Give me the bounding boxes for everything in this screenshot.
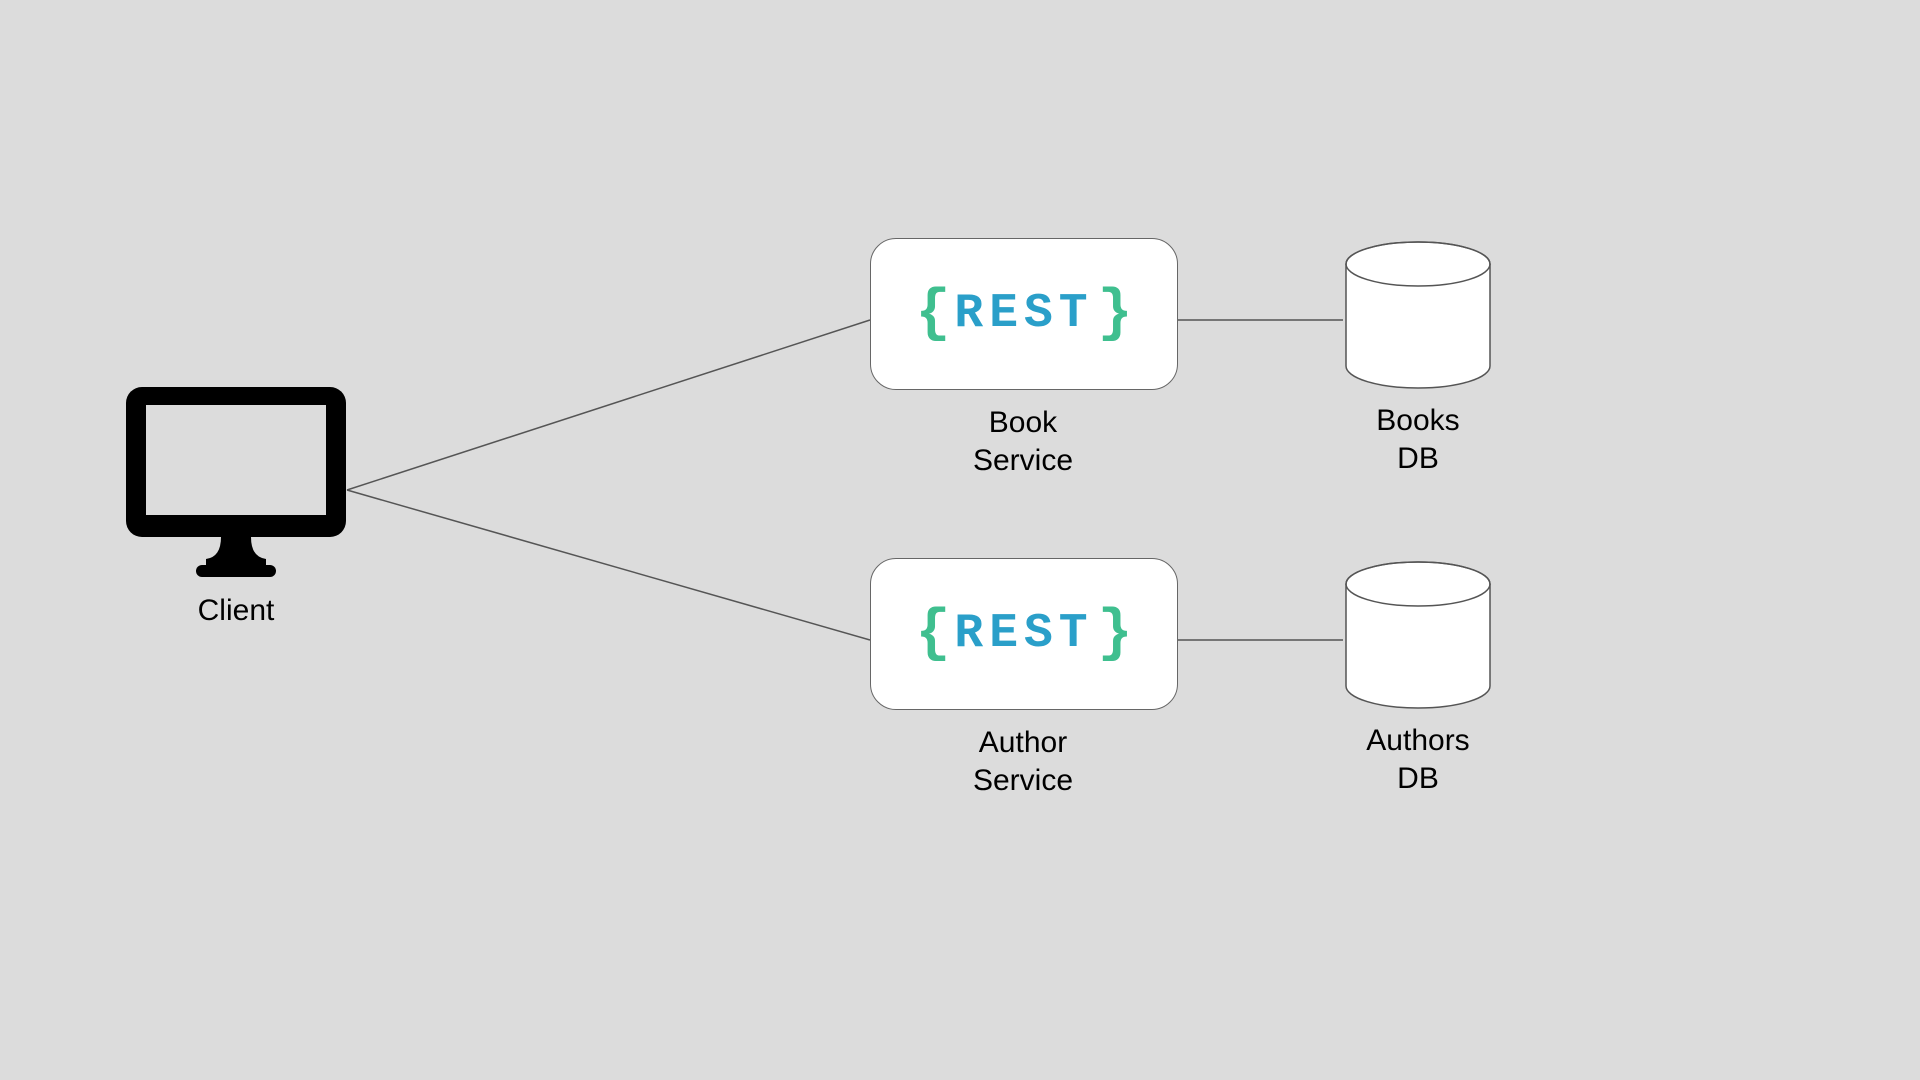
book-service-node: { REST } bbox=[870, 238, 1178, 390]
authors-db-label: Authors DB bbox=[1318, 722, 1518, 797]
author-service-node: { REST } bbox=[870, 558, 1178, 710]
brace-open-icon: { bbox=[912, 282, 955, 347]
authors-db-icon bbox=[1343, 560, 1493, 710]
book-service-label: Book Service bbox=[870, 404, 1176, 479]
brace-close-icon: } bbox=[1094, 602, 1137, 667]
author-service-label: Author Service bbox=[870, 724, 1176, 799]
brace-open-icon: { bbox=[912, 602, 955, 667]
books-db-icon bbox=[1343, 240, 1493, 390]
client-monitor-icon bbox=[126, 387, 346, 577]
brace-close-icon: } bbox=[1094, 282, 1137, 347]
rest-badge: REST bbox=[954, 287, 1093, 341]
books-db-label: Books DB bbox=[1318, 402, 1518, 477]
diagram-canvas: { "client": { "label": "Client" }, "serv… bbox=[0, 0, 1920, 1080]
rest-badge: REST bbox=[954, 607, 1093, 661]
client-label: Client bbox=[126, 592, 346, 630]
